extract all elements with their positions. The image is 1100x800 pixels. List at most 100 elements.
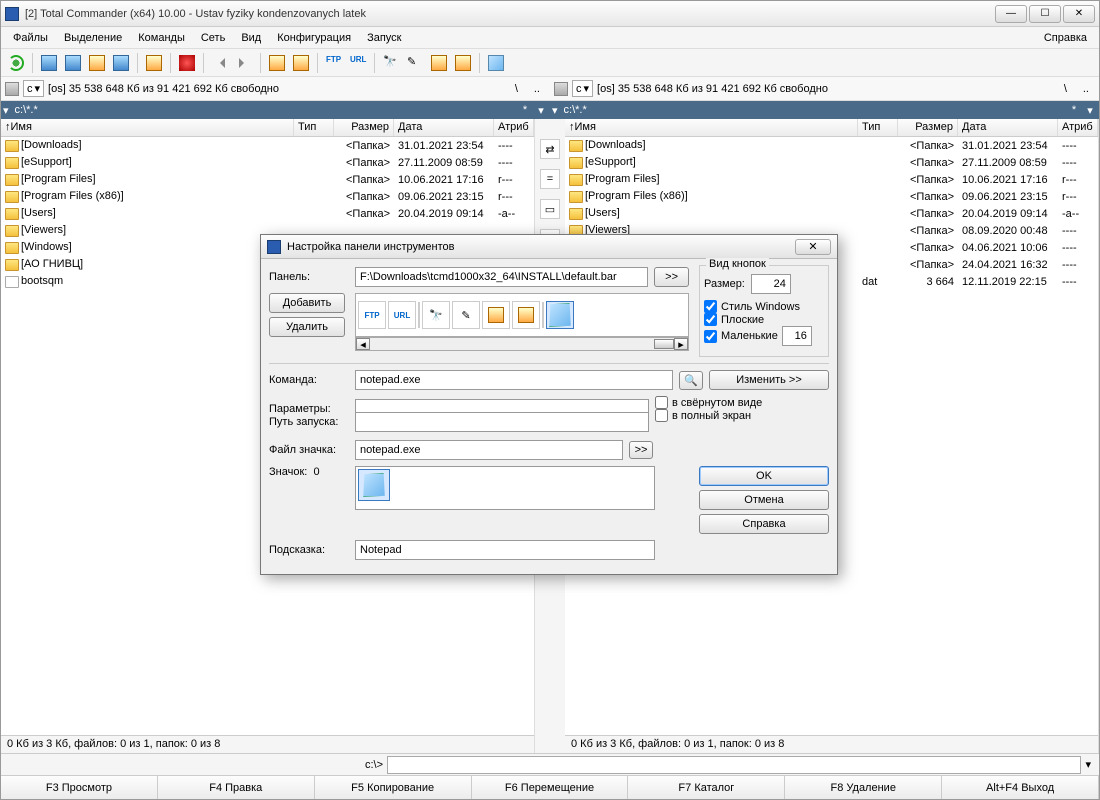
bar-preview[interactable]: FTP URL 🔭 ✎ xyxy=(355,293,689,337)
close-button[interactable]: ✕ xyxy=(1063,5,1095,23)
menu-start[interactable]: Запуск xyxy=(359,30,409,46)
cmd-dropdown-icon[interactable]: ▾ xyxy=(1081,758,1095,771)
table-row[interactable]: [Downloads]<Папка>31.01.2021 23:54---- xyxy=(565,137,1098,154)
col-size[interactable]: Размер xyxy=(334,119,394,136)
f7-button[interactable]: F7 Каталог xyxy=(628,776,785,799)
back-button[interactable] xyxy=(209,52,231,74)
icon-option-0[interactable] xyxy=(358,469,390,501)
view-tree-button[interactable] xyxy=(110,52,132,74)
scroll-left-icon[interactable]: ◂ xyxy=(356,338,370,350)
view-full-button[interactable] xyxy=(62,52,84,74)
sync-button[interactable] xyxy=(428,52,450,74)
tab-star[interactable]: * xyxy=(518,103,532,117)
f3-button[interactable]: F3 Просмотр xyxy=(1,776,158,799)
mid-btn-1[interactable]: ⇄ xyxy=(540,139,560,159)
startpath-input[interactable] xyxy=(355,412,649,432)
wand-button[interactable] xyxy=(176,52,198,74)
small-size-input[interactable] xyxy=(782,326,812,346)
col-attr[interactable]: Атриб xyxy=(494,119,534,136)
help-button[interactable]: Справка xyxy=(699,514,829,534)
preview-sync[interactable] xyxy=(482,301,510,329)
menu-view[interactable]: Вид xyxy=(233,30,269,46)
invert-sel-button[interactable] xyxy=(143,52,165,74)
cmd-input[interactable] xyxy=(387,756,1081,774)
mid-btn-3[interactable]: ▭ xyxy=(540,199,560,219)
size-input[interactable] xyxy=(751,274,791,294)
scroll-thumb[interactable] xyxy=(654,339,674,349)
dialog-close-button[interactable]: ✕ xyxy=(795,239,831,255)
table-row[interactable]: [Program Files (x86)]<Папка>09.06.2021 2… xyxy=(565,188,1098,205)
col-date[interactable]: Дата xyxy=(394,119,494,136)
altf4-button[interactable]: Alt+F4 Выход xyxy=(942,776,1099,799)
table-row[interactable]: [Users]<Папка>20.04.2019 09:14-a-- xyxy=(1,205,534,222)
tab-dd[interactable]: ▾ xyxy=(1083,103,1097,117)
preview-scrollbar[interactable]: ◂ ▸ xyxy=(355,337,689,351)
f8-button[interactable]: F8 Удаление xyxy=(785,776,942,799)
preview-url[interactable]: URL xyxy=(388,301,416,329)
nav-up[interactable]: .. xyxy=(1077,83,1095,95)
preview-ftp[interactable]: FTP xyxy=(358,301,386,329)
style-checkbox[interactable]: Стиль Windows xyxy=(704,300,824,313)
delete-button[interactable]: Удалить xyxy=(269,317,345,337)
menu-config[interactable]: Конфигурация xyxy=(269,30,359,46)
url-button[interactable]: URL xyxy=(347,52,369,74)
rename-button[interactable]: ✎ xyxy=(404,52,426,74)
mid-btn-2[interactable]: = xyxy=(540,169,560,189)
col-ext[interactable]: Тип xyxy=(858,119,898,136)
f5-button[interactable]: F5 Копирование xyxy=(315,776,472,799)
view-thumb-button[interactable] xyxy=(86,52,108,74)
ok-button[interactable]: OK xyxy=(699,466,829,486)
fullscreen-checkbox[interactable]: в полный экран xyxy=(655,409,762,422)
minimize-button[interactable]: — xyxy=(995,5,1027,23)
col-name[interactable]: ↑Имя xyxy=(565,119,858,136)
refresh-button[interactable] xyxy=(5,52,27,74)
copy-names-button[interactable] xyxy=(452,52,474,74)
flat-checkbox[interactable]: Плоские xyxy=(704,313,824,326)
menu-selection[interactable]: Выделение xyxy=(56,30,130,46)
col-ext[interactable]: Тип xyxy=(294,119,334,136)
preview-search[interactable]: 🔭 xyxy=(422,301,450,329)
scroll-right-icon[interactable]: ▸ xyxy=(674,338,688,350)
left-tab[interactable]: c:\*.* xyxy=(9,103,44,117)
table-row[interactable]: [Downloads]<Папка>31.01.2021 23:54---- xyxy=(1,137,534,154)
iconfile-input[interactable] xyxy=(355,440,623,460)
table-row[interactable]: [Program Files]<Папка>10.06.2021 17:16r-… xyxy=(565,171,1098,188)
panel-path-input[interactable] xyxy=(355,267,648,287)
table-row[interactable]: [Users]<Папка>20.04.2019 09:14-a-- xyxy=(565,205,1098,222)
nav-root[interactable]: \ xyxy=(509,83,524,95)
left-drive-select[interactable]: c▾ xyxy=(23,80,44,97)
ftp-button[interactable]: FTP xyxy=(323,52,345,74)
minimized-checkbox[interactable]: в свёрнутом виде xyxy=(655,396,762,409)
command-input[interactable] xyxy=(355,370,673,390)
tab-dd[interactable]: ▾ xyxy=(534,103,548,117)
pack-button[interactable] xyxy=(266,52,288,74)
menu-help[interactable]: Справка xyxy=(1036,30,1095,46)
f4-button[interactable]: F4 Правка xyxy=(158,776,315,799)
table-row[interactable]: [eSupport]<Папка>27.11.2009 08:59---- xyxy=(565,154,1098,171)
iconfile-browse-button[interactable]: >> xyxy=(629,441,653,459)
icon-picker[interactable] xyxy=(355,466,655,510)
maximize-button[interactable]: ☐ xyxy=(1029,5,1061,23)
command-search-button[interactable]: 🔍 xyxy=(679,371,703,390)
panel-browse-button[interactable]: >> xyxy=(654,267,689,287)
table-row[interactable]: [eSupport]<Папка>27.11.2009 08:59---- xyxy=(1,154,534,171)
small-checkbox[interactable]: Маленькие xyxy=(704,330,778,343)
preview-notepad-selected[interactable] xyxy=(546,301,574,329)
f6-button[interactable]: F6 Перемещение xyxy=(472,776,629,799)
nav-up[interactable]: .. xyxy=(528,83,546,95)
cancel-button[interactable]: Отмена xyxy=(699,490,829,510)
preview-copy[interactable] xyxy=(512,301,540,329)
menu-net[interactable]: Сеть xyxy=(193,30,233,46)
right-tab[interactable]: c:\*.* xyxy=(558,103,593,117)
view-brief-button[interactable] xyxy=(38,52,60,74)
col-date[interactable]: Дата xyxy=(958,119,1058,136)
menu-files[interactable]: Файлы xyxy=(5,30,56,46)
tab-star[interactable]: * xyxy=(1067,103,1081,117)
change-button[interactable]: Изменить >> xyxy=(709,370,829,390)
fwd-button[interactable] xyxy=(233,52,255,74)
search-button[interactable]: 🔭 xyxy=(380,52,402,74)
add-button[interactable]: Добавить xyxy=(269,293,345,313)
table-row[interactable]: [Program Files (x86)]<Папка>09.06.2021 2… xyxy=(1,188,534,205)
right-drive-select[interactable]: c▾ xyxy=(572,80,593,97)
hint-input[interactable] xyxy=(355,540,655,560)
